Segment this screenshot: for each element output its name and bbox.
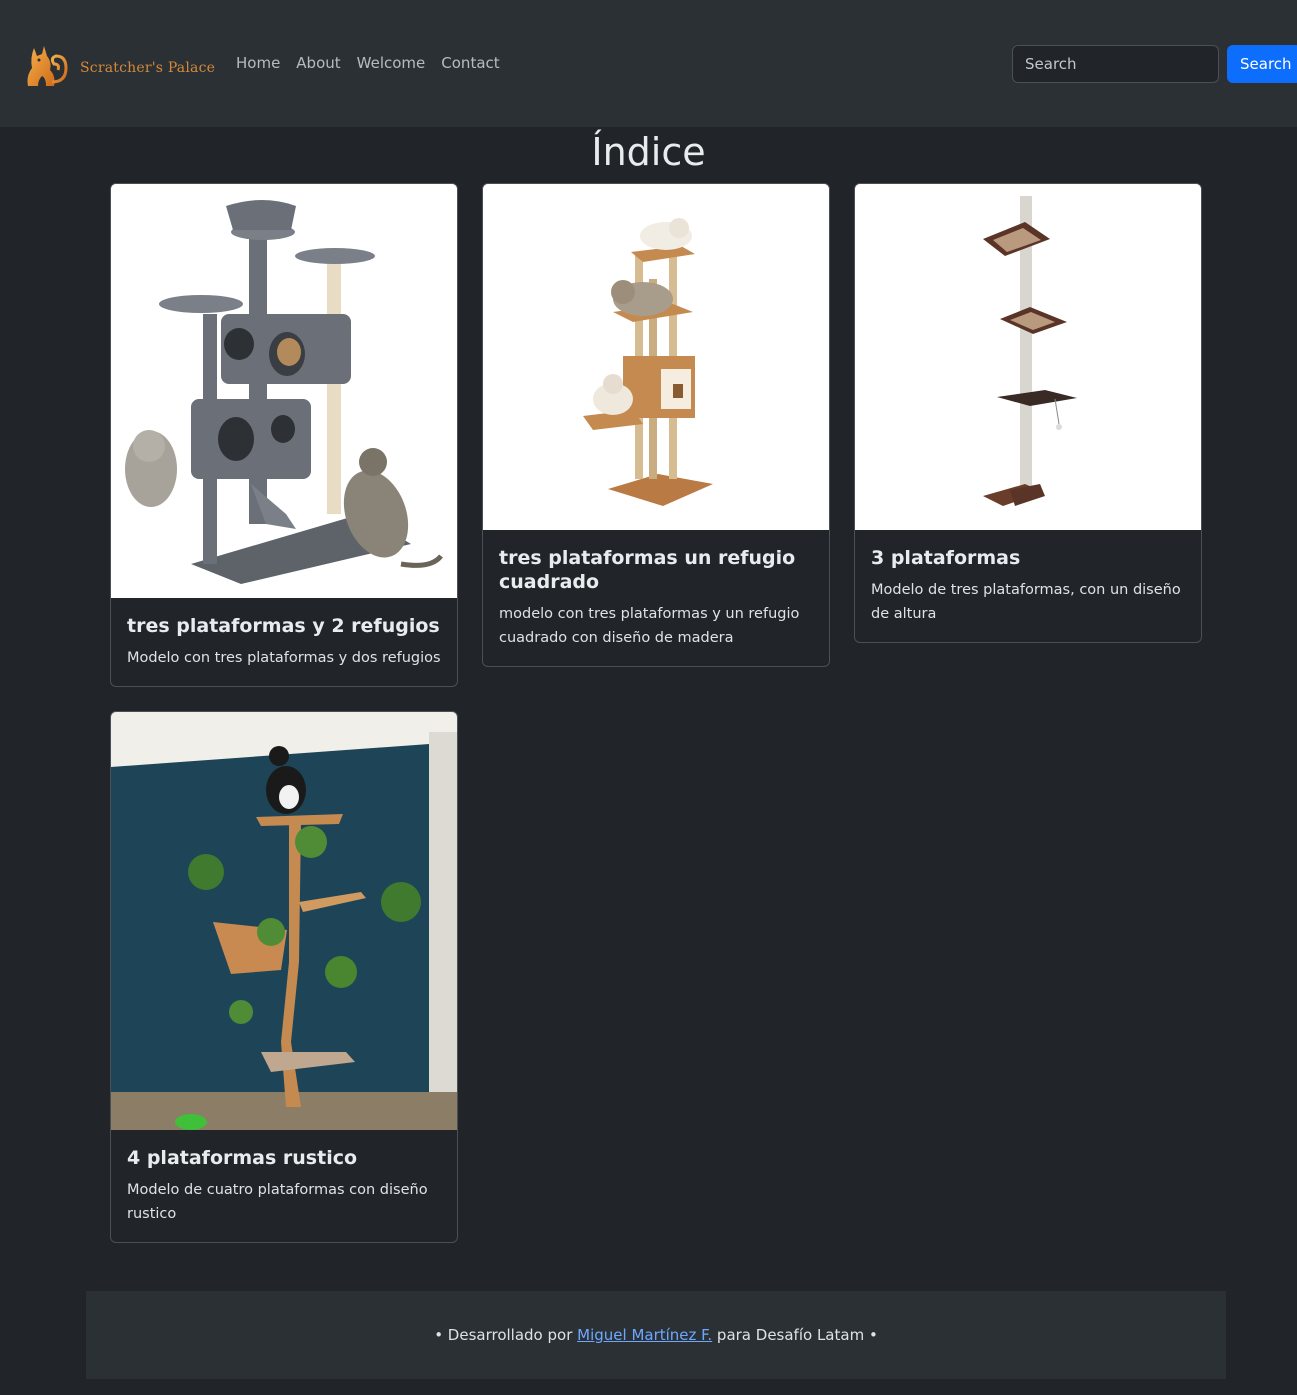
card-title: tres plataformas un refugio cuadrado xyxy=(499,547,796,593)
card-title: tres plataformas y 2 refugios xyxy=(127,615,440,637)
navbar: Scratcher's Palace Home About Welcome Co… xyxy=(0,0,1297,127)
cat-logo-icon xyxy=(26,46,68,87)
nav-link-welcome[interactable]: Welcome xyxy=(349,52,434,74)
footer: • Desarrollado por Miguel Martínez F. pa… xyxy=(86,1291,1226,1379)
card-title: 3 plataformas xyxy=(871,547,1021,569)
product-card[interactable]: 3 plataformas Modelo de tres plataformas… xyxy=(854,183,1202,643)
search-input[interactable] xyxy=(1012,45,1219,83)
product-card[interactable]: 4 plataformas rustico Modelo de cuatro p… xyxy=(110,711,458,1243)
brand-link[interactable]: Scratcher's Palace xyxy=(16,38,215,94)
nav-link-about[interactable]: About xyxy=(288,52,348,74)
product-card[interactable]: tres plataformas y 2 refugios Modelo con… xyxy=(110,183,458,687)
nav-link-contact[interactable]: Contact xyxy=(433,52,507,74)
author-link[interactable]: Miguel Martínez F. xyxy=(577,1326,712,1344)
rustic-cat-tree-image xyxy=(111,712,457,1130)
search-button[interactable]: Search xyxy=(1227,45,1297,83)
footer-prefix: • Desarrollado por xyxy=(434,1326,578,1344)
card-body: tres plataformas y 2 refugios Modelo con… xyxy=(111,598,457,686)
card-text: Modelo de cuatro plataformas con diseño … xyxy=(127,1182,428,1222)
card-text: Modelo de tres plataformas, con un diseñ… xyxy=(871,582,1181,622)
gray-cat-tree-image xyxy=(111,184,457,598)
nav-links: Home About Welcome Contact xyxy=(228,52,508,74)
card-body: 3 plataformas Modelo de tres plataformas… xyxy=(855,530,1201,642)
wooden-cat-tree-image xyxy=(483,184,829,530)
brand-name: Scratcher's Palace xyxy=(80,60,216,76)
nav-link-home[interactable]: Home xyxy=(228,52,288,74)
tall-pole-cat-tree-image xyxy=(855,184,1201,530)
card-text: modelo con tres plataformas y un refugio… xyxy=(499,606,800,646)
page-title: Índice xyxy=(591,130,706,174)
card-title: 4 plataformas rustico xyxy=(127,1147,358,1169)
product-card[interactable]: tres plataformas un refugio cuadrado mod… xyxy=(482,183,830,667)
card-body: tres plataformas un refugio cuadrado mod… xyxy=(483,530,829,666)
card-text: Modelo con tres plataformas y dos refugi… xyxy=(127,650,441,666)
footer-suffix: para Desafío Latam • xyxy=(712,1326,878,1344)
card-body: 4 plataformas rustico Modelo de cuatro p… xyxy=(111,1130,457,1242)
